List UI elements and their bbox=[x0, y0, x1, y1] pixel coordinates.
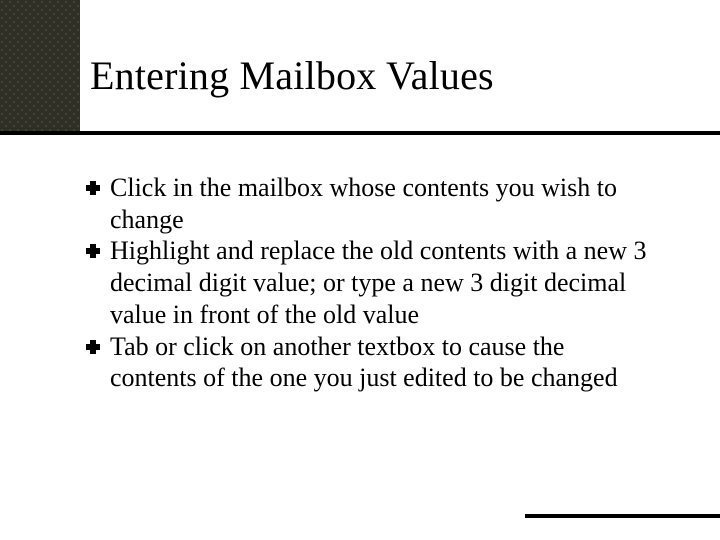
title-divider bbox=[0, 131, 720, 135]
list-item: Highlight and replace the old contents w… bbox=[86, 235, 656, 330]
list-item: Tab or click on another textbox to cause… bbox=[86, 331, 656, 394]
footer-divider bbox=[525, 514, 720, 518]
bullet-icon bbox=[86, 340, 100, 354]
decorative-corner-pattern bbox=[0, 0, 80, 135]
bullet-list: Click in the mailbox whose contents you … bbox=[86, 172, 656, 394]
list-item: Click in the mailbox whose contents you … bbox=[86, 172, 656, 235]
bullet-text: Highlight and replace the old contents w… bbox=[110, 235, 656, 330]
bullet-icon bbox=[86, 244, 100, 258]
bullet-icon bbox=[86, 181, 100, 195]
bullet-text: Click in the mailbox whose contents you … bbox=[110, 172, 656, 235]
bullet-text: Tab or click on another textbox to cause… bbox=[110, 331, 656, 394]
page-title: Entering Mailbox Values bbox=[90, 52, 494, 99]
